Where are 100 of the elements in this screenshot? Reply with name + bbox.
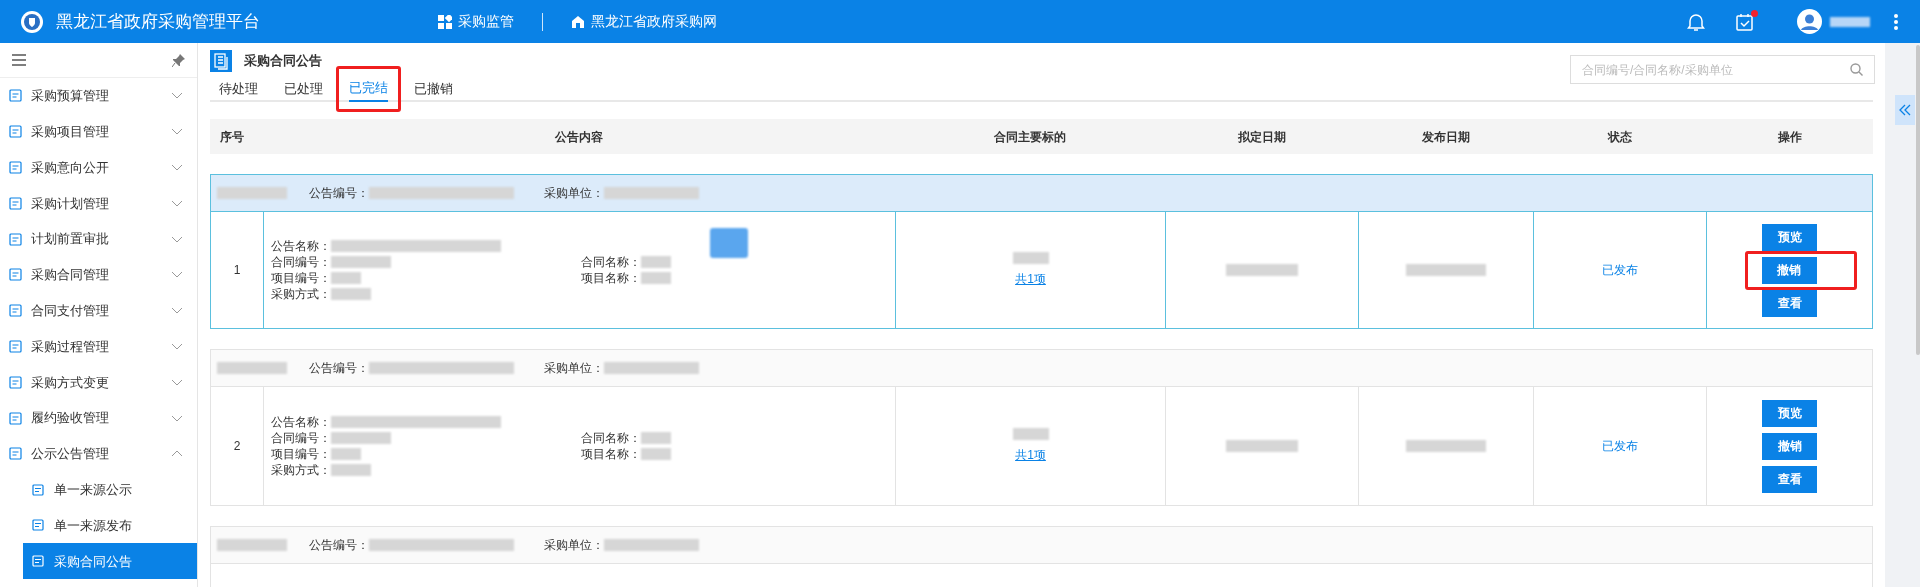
blurred-text [331,272,361,284]
sidebar-item[interactable]: 采购合同管理 [0,257,197,293]
action-button[interactable]: 预览 [1762,399,1817,427]
action-button[interactable]: 撤销 [1762,432,1817,460]
action-button[interactable]: 查看 [1762,289,1817,317]
action-button[interactable]: 查看 [1762,465,1817,493]
field-label: 合同名称： [581,254,641,271]
action-button[interactable]: 撤销 [1761,256,1817,284]
document-icon [9,447,22,461]
column-header: 拟定日期 [1236,128,1287,146]
field-label: 项目编号： [271,270,331,287]
document-icon [210,50,232,72]
sidebar-item[interactable]: 合同支付管理 [0,292,197,329]
row-number: 1 [233,262,241,279]
field-label: 合同名称： [581,430,641,447]
blurred-badge [710,228,748,258]
sidebar-item[interactable]: 计划前置审批 [0,221,197,257]
blurred-text [641,432,671,444]
document-icon [9,375,22,389]
tab[interactable]: 已处理 [284,76,323,102]
document-icon [9,161,22,174]
sidebar-item[interactable]: 采购方式变更 [0,364,197,401]
document-icon [9,196,22,210]
chevron-down-icon [171,271,183,279]
column-header: 发布日期 [1420,128,1471,146]
blurred-text [217,187,287,199]
chevron-down-icon [171,414,183,422]
page-title: 采购合同公告 [244,52,322,71]
document-icon [9,304,22,318]
more-icon[interactable] [1894,13,1898,30]
search-icon [1850,63,1863,76]
blurred-text [641,272,671,284]
document-icon [32,483,44,496]
chevron-down-icon [171,307,183,315]
menu-icon[interactable] [12,54,26,66]
nav-link[interactable]: 采购监管 [438,11,514,32]
sidebar-subitem[interactable]: 单一来源发布 [23,507,197,544]
column-header: 序号 [219,128,245,146]
sidebar-item[interactable]: 公示公告管理 [0,435,197,472]
sidebar-subitem[interactable]: 单一来源公示 [23,471,197,508]
sidebar-item[interactable]: 采购计划管理 [0,185,197,222]
task-check-icon[interactable] [1735,11,1755,32]
field-label: 公告名称： [271,238,331,255]
chevron-down-icon [171,128,183,136]
blurred-text [217,362,287,374]
blurred-text [1226,440,1298,452]
emblem-icon [20,9,44,34]
chevron-up-icon [171,450,183,458]
sidebar-item[interactable]: 采购预算管理 [0,78,197,114]
nav-link[interactable]: 黑龙江省政府采购网 [571,11,717,32]
search-input[interactable]: 合同编号/合同名称/采购单位 [1582,60,1850,79]
blurred-text [1012,252,1049,264]
tab[interactable]: 待处理 [219,76,258,102]
home-icon [571,14,585,29]
field-label: 合同编号： [271,254,331,271]
document-icon [9,268,22,282]
blurred-text [641,448,671,460]
status-text: 已发布 [1602,438,1638,455]
document-icon [9,339,22,353]
field-label: 公告编号： [309,537,369,554]
field-label: 采购单位： [544,360,604,377]
field-label: 项目名称： [581,270,641,287]
sidebar-item[interactable]: 采购项目管理 [0,113,197,150]
chevron-down-icon [171,199,183,207]
subject-link[interactable]: 共1项 [1015,446,1046,464]
pin-icon[interactable] [172,53,185,67]
sidebar-subitem[interactable]: 采购合同公告 [23,543,197,580]
collapse-button[interactable] [1895,95,1915,125]
subject-link[interactable]: 共1项 [1015,270,1046,288]
column-header: 合同主要标的 [993,128,1067,146]
tab[interactable]: 已撤销 [414,76,453,102]
field-label: 采购方式： [271,462,331,479]
field-label: 公告编号： [309,360,369,377]
bell-icon[interactable] [1687,11,1705,32]
chevron-down-icon [171,342,183,350]
avatar-icon[interactable] [1797,9,1822,34]
document-icon [9,125,22,139]
sidebar-item[interactable]: 履约验收管理 [0,400,197,436]
row-number: 2 [233,438,241,455]
column-header: 状态 [1606,128,1633,146]
search-field[interactable]: 合同编号/合同名称/采购单位 [1570,55,1875,84]
field-label: 项目编号： [271,446,331,463]
chevron-down-icon [171,378,183,386]
chevron-down-icon [171,235,183,243]
action-button[interactable]: 预览 [1762,223,1817,251]
chevron-down-icon [171,164,183,171]
blurred-text [1226,264,1298,276]
tab[interactable]: 已完结 [349,76,388,102]
blurred-text [331,256,391,268]
blurred-text [641,256,671,268]
field-label: 公告编号： [309,185,369,202]
sidebar-item[interactable]: 采购意向公开 [0,149,197,186]
sidebar-item[interactable]: 采购过程管理 [0,328,197,365]
double-chevron-left-icon [1899,104,1911,116]
document-icon [9,232,22,246]
field-label: 采购单位： [544,537,604,554]
scrollbar-thumb[interactable] [1916,45,1920,355]
app-title: 黑龙江省政府采购管理平台 [56,10,260,33]
field-label: 公告名称： [271,414,331,431]
blurred-text [331,464,371,476]
